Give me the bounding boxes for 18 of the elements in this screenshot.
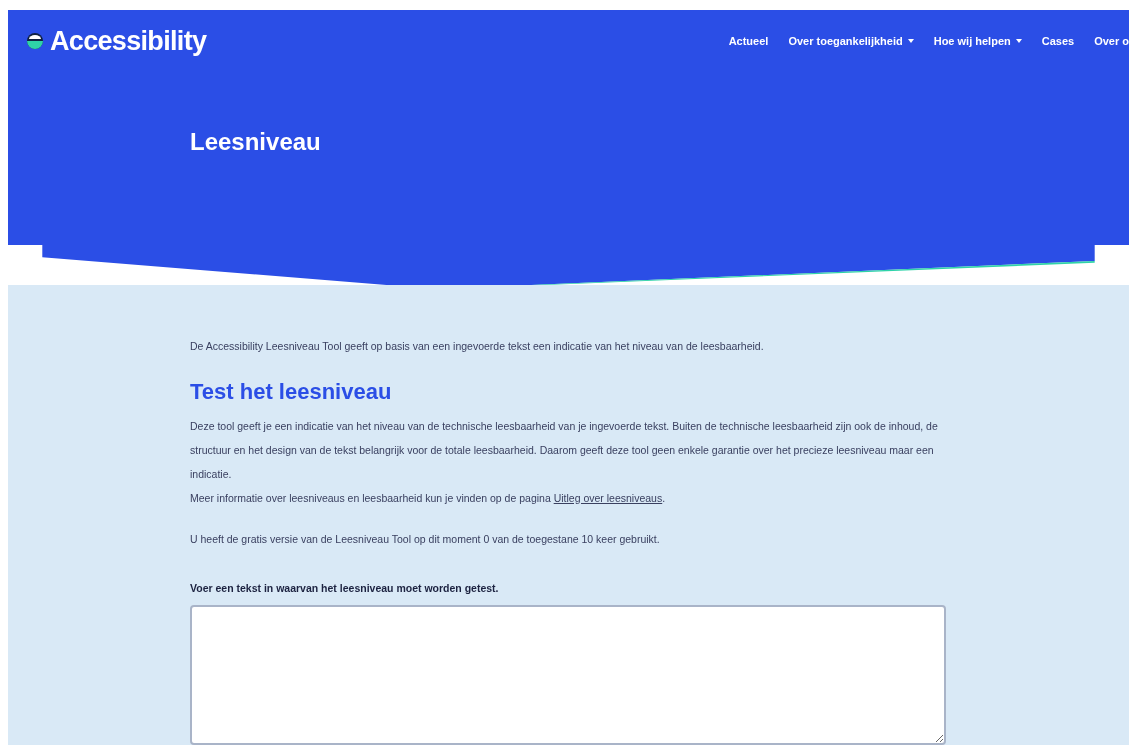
usage-text: U heeft de gratis versie van de Leesniveau Tool op dit moment 0 van de toegestane 10 keer gebruikt.: [190, 531, 661, 547]
nav-link[interactable]: Over o: [1094, 32, 1129, 50]
text-input-field[interactable]: [190, 605, 946, 745]
logo-icon: [26, 32, 44, 50]
info-text: Meer informatie over leesniveaus en leesbaarheid kun je vinden op de pagina: [190, 491, 551, 504]
nav-link[interactable]: Actueel: [728, 32, 769, 50]
page-title: Leesniveau: [190, 127, 322, 157]
caret-icon: [907, 39, 914, 43]
section-heading: Test het leesniveau: [190, 377, 393, 406]
logo-text: Accessibility: [50, 24, 207, 58]
field-label: Voer een tekst in waarvan het leesniveau moet worden getest.: [190, 581, 500, 597]
caret-icon: [1015, 39, 1022, 43]
nav-link[interactable]: Over toegankelijkheid: [788, 32, 914, 50]
nav-link[interactable]: Hoe wij helpen: [933, 32, 1022, 50]
nav-link[interactable]: Cases: [1041, 32, 1075, 50]
info-period: .: [662, 491, 666, 504]
intro-text: De Accessibility Leesniveau Tool geeft op basis van een ingevoerde tekst een indicatie van het niveau van de leesbaarheid.: [190, 338, 765, 354]
body-paragraph: Deze tool geeft je een indicatie van het niveau van de technische leesbaarheid van je ingevoerde tekst. Buiten de technische leesbaarheid zijn ook de inhoud, de structuur en het design van de tekst belangrijk voor de totale leesbaarheid. Daarom geeft deze tool geen enkele garantie over het precieze leesniveau maar een indicatie.: [190, 418, 939, 482]
